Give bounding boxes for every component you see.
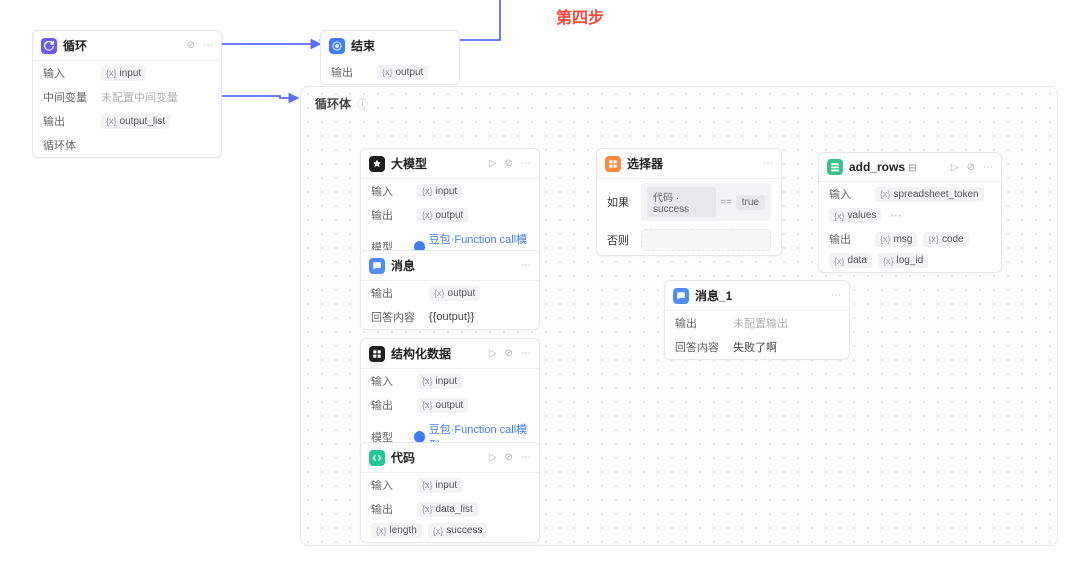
loop-input-label: 输入 [43, 65, 95, 81]
selector-else-label: 否则 [607, 232, 635, 248]
addrows-out-3: {x}data [829, 253, 872, 268]
code-icon [369, 450, 385, 466]
more-icon[interactable]: ⋯ [763, 158, 773, 169]
message-1-node[interactable]: 消息_1 ⋯ 输出未配置输出 回答内容失败了啊 [664, 280, 850, 360]
struct-input-label: 输入 [371, 373, 411, 389]
struct-output-var: {x}output [417, 398, 468, 413]
end-node[interactable]: 结束 输出 {x}output [320, 30, 460, 85]
llm-icon [369, 156, 385, 172]
message-node[interactable]: 消息 ⋯ 输出 {x}output 回答内容 {{output}} [360, 250, 540, 330]
more-icon[interactable]: ⋯ [831, 290, 841, 301]
play-icon[interactable]: ▷ [951, 162, 959, 173]
code-out-3: {x}success [428, 523, 488, 538]
info-icon[interactable]: ⓘ [357, 96, 368, 112]
loop-title: 循环 [63, 37, 181, 54]
struct-output-label: 输出 [371, 397, 411, 413]
more-icon[interactable]: ⋯ [983, 162, 993, 173]
llm-output-label: 输出 [371, 207, 411, 223]
loop-midvar-label: 中间变量 [43, 89, 95, 105]
code-input-var: {x}input [417, 478, 462, 493]
end-output-label: 输出 [331, 64, 371, 80]
loop-output-var: {x}output_list [101, 114, 170, 129]
addrows-in-1: {x}spreadsheet_token [875, 187, 984, 202]
end-icon [329, 38, 345, 54]
more-icon[interactable]: ⋯ [203, 40, 213, 51]
message-icon [673, 288, 689, 304]
addrows-in-2: {x}values [829, 208, 881, 223]
addrows-out-4: {x}log_id [878, 253, 928, 268]
msg-answer-label: 回答内容 [371, 309, 423, 325]
more-icon[interactable]: ⋯ [521, 348, 531, 359]
warn-icon[interactable]: ⊘ [187, 40, 195, 51]
warn-icon[interactable]: ⊘ [505, 452, 513, 463]
more-icon[interactable]: ⋯ [521, 158, 531, 169]
msgb-output-label: 输出 [675, 315, 727, 331]
struct-input-var: {x}input [417, 374, 462, 389]
addrows-title: add_rows ⊟ [849, 160, 945, 174]
warn-icon[interactable]: ⊘ [967, 162, 975, 173]
code-out-1: {x}data_list [417, 502, 478, 517]
llm-input-var: {x}input [417, 184, 462, 199]
code-node[interactable]: 代码 ▷ ⊘ ⋯ 输入 {x}input 输出 {x}data_list {x}len… [360, 442, 540, 543]
addrows-icon [827, 159, 843, 175]
loop-output-label: 输出 [43, 113, 95, 129]
loop-body-title: 循环体ⓘ [315, 95, 368, 112]
llm-input-label: 输入 [371, 183, 411, 199]
llm-title: 大模型 [391, 155, 483, 172]
selector-condition[interactable]: 代码 · success == true [641, 183, 771, 221]
msg-output-var: {x}output [429, 286, 480, 301]
llm-output-var: {x}output [417, 208, 468, 223]
selector-node[interactable]: 选择器 ⋯ 如果 代码 · success == true 否则 [596, 148, 782, 256]
warn-icon[interactable]: ⊘ [505, 348, 513, 359]
addrows-out-2: {x}code [923, 232, 968, 247]
addrows-output-label: 输出 [829, 231, 869, 247]
msg-answer-value: {{output}} [429, 311, 474, 323]
selector-title: 选择器 [627, 155, 757, 172]
loop-midvar-placeholder: 未配置中间变量 [101, 89, 178, 105]
selector-icon [605, 156, 621, 172]
end-title: 结束 [351, 37, 451, 54]
end-output-var: {x}output [377, 65, 428, 80]
more-icon[interactable]: ⋯ [521, 260, 531, 271]
selector-else-box[interactable] [641, 229, 771, 251]
addrows-node[interactable]: add_rows ⊟ ▷ ⊘ ⋯ 输入 {x}spreadsheet_token {… [818, 152, 1002, 273]
loop-input-var: {x}input [101, 66, 146, 81]
msgb-answer-label: 回答内容 [675, 339, 727, 355]
expand-icon[interactable]: ⊟ [908, 163, 916, 174]
message-title: 消息 [391, 257, 515, 274]
message-1-title: 消息_1 [695, 287, 825, 304]
code-input-label: 输入 [371, 477, 411, 493]
msgb-output-placeholder: 未配置输出 [733, 315, 788, 331]
msg-output-label: 输出 [371, 285, 423, 301]
play-icon[interactable]: ▷ [489, 348, 497, 359]
more-icon[interactable]: ⋯ [521, 452, 531, 463]
overflow-dots[interactable]: ⋯ [887, 209, 904, 222]
code-out-2: {x}length [371, 523, 422, 538]
loop-node[interactable]: 循环 ⊘ ⋯ 输入 {x}input 中间变量未配置中间变量 输出 {x}outpu… [32, 30, 222, 158]
struct-node[interactable]: 结构化数据 ▷⊘⋯ 输入{x}input 输出{x}output 模型豆包·Fu… [360, 338, 540, 458]
loop-icon [41, 38, 57, 54]
step-label: 第四步 [556, 4, 604, 28]
warn-icon[interactable]: ⊘ [505, 158, 513, 169]
addrows-out-1: {x}msg [875, 232, 917, 247]
struct-title: 结构化数据 [391, 345, 483, 362]
addrows-input-label: 输入 [829, 186, 869, 202]
play-icon[interactable]: ▷ [489, 452, 497, 463]
code-title: 代码 [391, 449, 483, 466]
play-icon[interactable]: ▷ [489, 158, 497, 169]
code-output-label: 输出 [371, 501, 411, 517]
loop-body-label: 循环体 [43, 137, 95, 153]
message-icon [369, 258, 385, 274]
msgb-answer-value: 失败了啊 [733, 339, 777, 355]
selector-if-label: 如果 [607, 194, 635, 210]
struct-icon [369, 346, 385, 362]
